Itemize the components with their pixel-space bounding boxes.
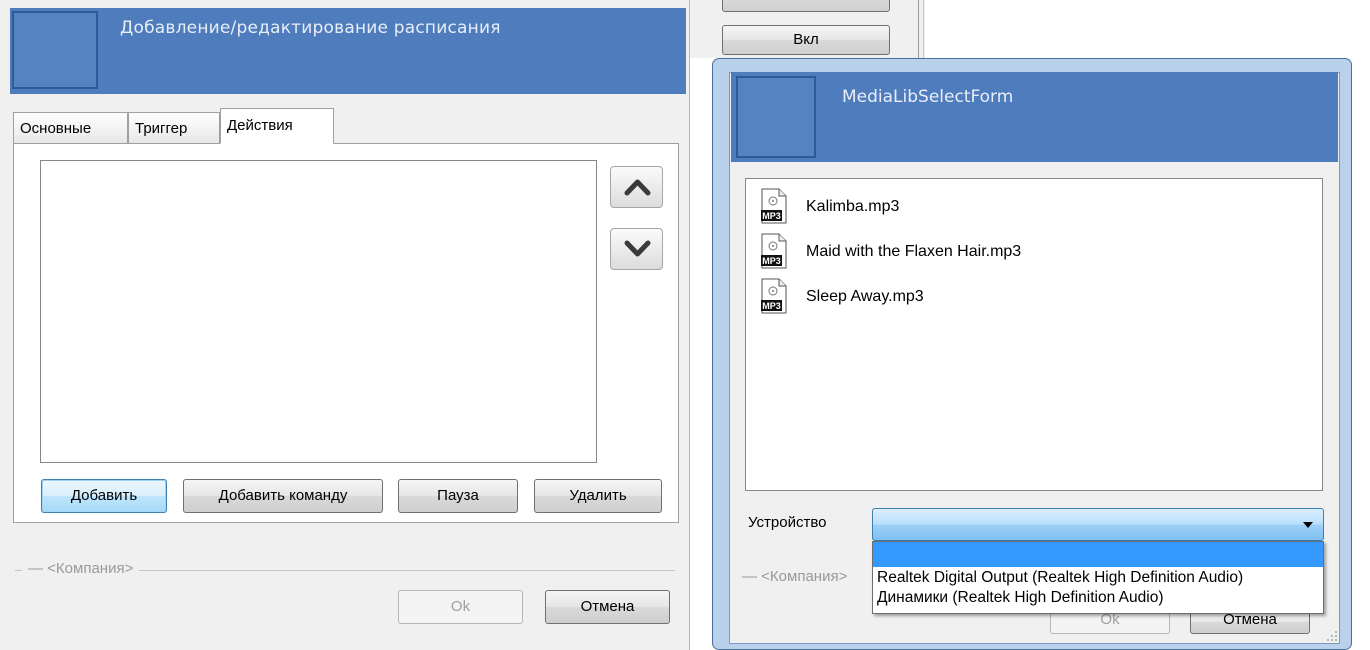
move-down-button[interactable] [610, 228, 663, 270]
move-up-button[interactable] [610, 166, 663, 208]
mp3-badge: MP3 [762, 256, 781, 266]
mp3-file-icon: MP3 [761, 233, 787, 269]
tab-basic[interactable]: Основные [13, 112, 128, 144]
dropdown-arrow-icon [1303, 522, 1313, 528]
file-name: Kalimba.mp3 [806, 198, 900, 215]
device-label: Устройство [748, 514, 827, 531]
cancel-button[interactable]: Отмена [545, 590, 670, 624]
resize-grip-icon[interactable] [1326, 630, 1338, 642]
mp3-file-icon: MP3 [761, 278, 787, 314]
on-button[interactable]: Вкл [722, 25, 890, 55]
company-label: — <Компания> [22, 560, 140, 577]
dialog-title: MediaLibSelectForm [842, 87, 1014, 107]
dialog-title: Добавление/редактирование расписания [120, 18, 501, 38]
header-image-placeholder [12, 11, 98, 89]
dropdown-option[interactable]: Динамики (Realtek High Definition Audio) [877, 589, 1163, 607]
add-button[interactable]: Добавить [41, 479, 167, 513]
dropdown-option[interactable]: Realtek Digital Output (Realtek High Def… [877, 569, 1243, 587]
header-image-placeholder [736, 76, 816, 158]
company-label: — <Компания> [742, 568, 848, 585]
mp3-badge: MP3 [762, 211, 781, 221]
ok-button[interactable]: Ok [398, 590, 523, 624]
chevron-up-icon [624, 179, 651, 196]
dropdown-option-highlighted[interactable] [873, 542, 1323, 567]
device-select[interactable] [872, 508, 1324, 541]
chevron-down-icon [624, 240, 651, 257]
dialog-header [731, 72, 1338, 162]
tab-actions[interactable]: Действия [220, 108, 334, 144]
tab-trigger[interactable]: Триггер [128, 112, 220, 144]
divider [923, 0, 924, 60]
actions-list[interactable] [40, 160, 597, 463]
media-file-list[interactable] [745, 178, 1323, 491]
file-name: Sleep Away.mp3 [806, 288, 924, 305]
file-name: Maid with the Flaxen Hair.mp3 [806, 243, 1022, 260]
mp3-badge: MP3 [762, 301, 781, 311]
add-command-button[interactable]: Добавить команду [183, 479, 383, 513]
delete-button[interactable]: Удалить [534, 479, 662, 513]
divider [918, 0, 919, 60]
pause-button[interactable]: Пауза [398, 479, 518, 513]
mp3-file-icon: MP3 [761, 188, 787, 224]
background-button[interactable] [722, 0, 890, 12]
